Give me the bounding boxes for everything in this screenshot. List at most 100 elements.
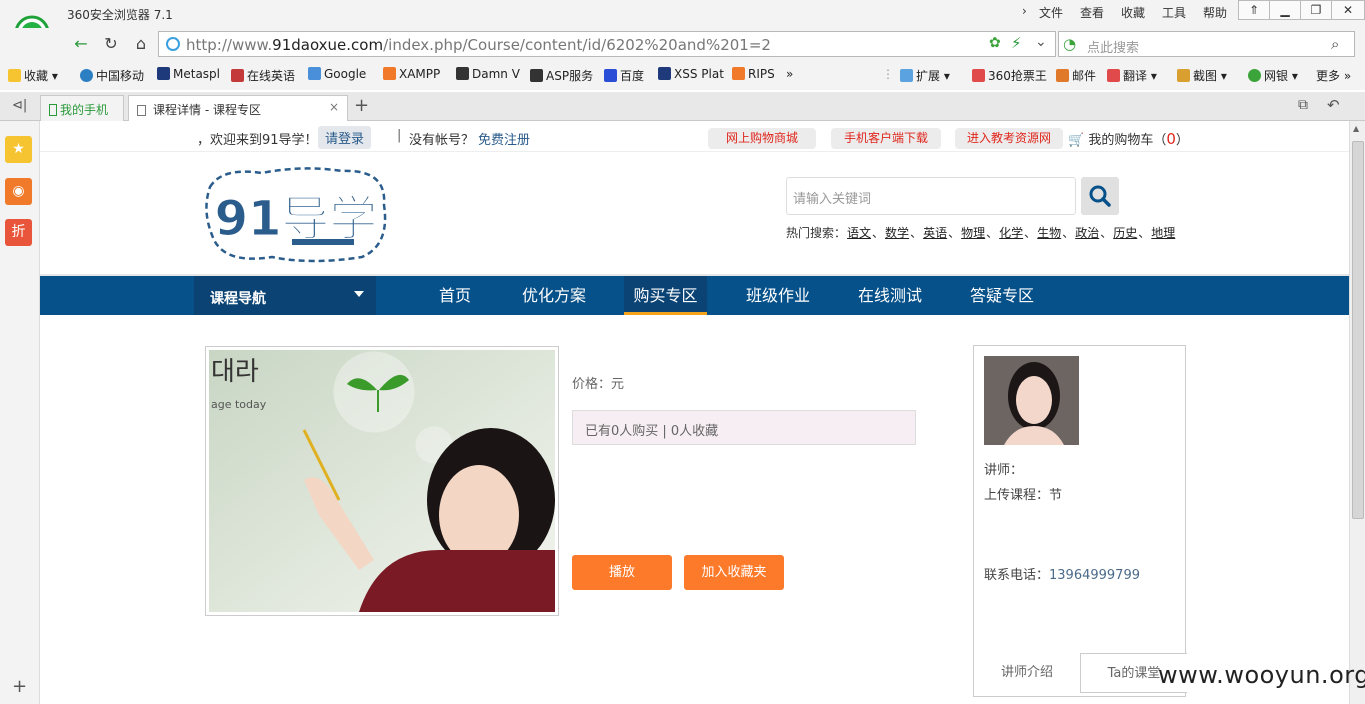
china-mobile-icon [80,69,93,82]
new-tab-button[interactable]: + [354,95,369,116]
menu-help[interactable]: 帮助 [1203,4,1227,21]
menu-tools[interactable]: 工具 [1162,4,1186,21]
site-search-button[interactable] [1081,177,1119,215]
magnifier-icon [1089,185,1111,207]
tab-my-phone[interactable]: 我的手机 [40,95,124,122]
add-favorite-button[interactable]: 加入收藏夹 [684,555,784,590]
shop-mall-link[interactable]: 网上购物商城 [708,128,816,149]
menu-file[interactable]: 文件 [1039,4,1063,21]
bookmark-asp[interactable]: ASP服务 [530,67,593,84]
search-engine-icon[interactable]: ◔ [1063,35,1076,53]
skin-button[interactable]: ⇑ [1238,0,1270,20]
hot-item-politics[interactable]: 政治 [1075,226,1099,240]
asp-icon [530,69,543,82]
toolbar-divider: ⋮ [882,67,894,81]
mobile-download-link[interactable]: 手机客户端下载 [831,128,941,149]
bookmark-google[interactable]: Google [308,67,366,81]
refresh-button[interactable]: ↻ [100,33,122,55]
ext-translate[interactable]: 翻译 ▾ [1107,67,1157,84]
teacher-name: 讲师： [984,463,1024,478]
teacher-phone: 联系电话：13964999799 [984,568,1140,583]
ext-mail[interactable]: 邮件 [1056,67,1096,84]
close-window-button[interactable]: ✕ [1331,0,1365,20]
search-placeholder: 点此搜索 [1087,41,1140,56]
dvwa-icon [456,67,469,80]
hot-item-math[interactable]: 数学 [885,226,909,240]
translate-icon [1107,69,1120,82]
baidu-icon [604,69,617,82]
more-bookmarks-icon[interactable]: » [786,67,793,81]
back-button[interactable]: ← [70,33,92,55]
search-field[interactable]: ◔ 点此搜索 ⌕ [1058,31,1355,57]
ext-screenshot[interactable]: 截图 ▾ [1177,67,1227,84]
scroll-thumb[interactable] [1352,141,1364,519]
globe-icon [166,37,180,51]
discount-icon[interactable]: 折 [5,219,32,246]
menu-view[interactable]: 查看 [1080,4,1104,21]
bookmark-metasploit[interactable]: Metaspl [157,67,220,81]
tab-teacher-intro[interactable]: 讲师介绍 [974,653,1080,693]
sidebar-toggle-icon[interactable]: ⊲| [12,98,27,113]
extensions-icon [900,69,913,82]
phone-icon [49,104,57,116]
bookmark-xampp[interactable]: XAMPP [383,67,440,81]
bookmark-xss-platform[interactable]: XSS Plat [658,67,724,81]
english-icon [231,69,244,82]
hot-item-geography[interactable]: 地理 [1151,226,1175,240]
hot-item-chemistry[interactable]: 化学 [999,226,1023,240]
play-button[interactable]: 播放 [572,555,672,590]
bookmark-online-english[interactable]: 在线英语 [231,67,295,84]
add-sidebar-button[interactable]: + [12,676,27,697]
bookmark-china-mobile[interactable]: 中国移动 [80,67,144,84]
bookmarks-bar: 收藏 ▾ 中国移动 Metaspl 在线英语 Google XAMPP Damn… [0,60,1365,90]
menu-favorites[interactable]: 收藏 [1121,4,1145,21]
bookmark-rips[interactable]: RIPS [732,67,775,81]
url-field[interactable]: http://www.91daoxue.com/index.php/Course… [158,31,1056,57]
tab-course-detail[interactable]: 课程详情 - 课程专区 × [128,95,348,122]
security-icon[interactable]: ✿ [989,35,1001,51]
nav-online-test[interactable]: 在线测试 [850,276,930,315]
course-image: 대라 age today [205,346,559,616]
tab-list-icon[interactable]: ⧉ [1298,97,1308,113]
ext-bank[interactable]: 网银 ▾ [1248,67,1298,84]
bookmark-favorites[interactable]: 收藏 ▾ [8,67,58,84]
site-logo[interactable]: 91导学 [202,165,390,265]
hot-item-history[interactable]: 历史 [1113,226,1137,240]
bookmark-dvwa[interactable]: Damn V [456,67,520,81]
nav-plans[interactable]: 优化方案 [514,276,594,315]
menu-arrow[interactable]: › [1022,4,1027,18]
vertical-scrollbar[interactable]: ▲ [1349,121,1365,704]
nav-qa[interactable]: 答疑专区 [962,276,1042,315]
tab-close-icon[interactable]: × [329,100,339,114]
cart-link[interactable]: 🛒 我的购物车（0） [1068,129,1189,148]
register-link[interactable]: 免费注册 [478,129,530,148]
category-nav-button[interactable]: 课程导航 [194,276,376,315]
search-icon[interactable]: ⌕ [1331,35,1339,53]
ext-ticket[interactable]: 360抢票王 [972,67,1047,84]
hot-item-biology[interactable]: 生物 [1037,226,1061,240]
resource-link[interactable]: 进入教考资源网 [955,128,1063,149]
url-dropdown-icon[interactable]: ⌄ [1035,34,1047,50]
home-button[interactable]: ⌂ [130,33,152,55]
nav-purchase[interactable]: 购买专区 [624,276,707,315]
weibo-icon[interactable]: ◉ [5,178,32,205]
hot-search: 热门搜索：语文、数学、英语、物理、化学、生物、政治、历史、地理 [786,226,1176,240]
ext-more[interactable]: 更多 » [1316,67,1351,84]
purchase-stats: 已有0人购买 | 0人收藏 [572,410,916,445]
undo-close-icon[interactable]: ↶ [1327,96,1340,114]
chevron-down-icon [354,291,364,297]
hot-item-english[interactable]: 英语 [923,226,947,240]
nav-homework[interactable]: 班级作业 [738,276,818,315]
maximize-button[interactable]: ❐ [1300,0,1332,20]
site-search-input[interactable]: 请输入关键词 [786,177,1076,215]
ext-extensions[interactable]: 扩展 ▾ [900,67,950,84]
scroll-up-icon[interactable]: ▲ [1353,124,1359,133]
speed-mode-icon[interactable]: ⚡ [1011,34,1022,52]
bookmark-baidu[interactable]: 百度 [604,67,644,84]
star-icon[interactable]: ★ [5,136,32,163]
minimize-button[interactable]: ▁ [1269,0,1301,20]
login-button[interactable]: 请登录 [318,126,372,149]
hot-item-chinese[interactable]: 语文 [847,226,871,240]
nav-home[interactable]: 首页 [425,276,485,315]
hot-item-physics[interactable]: 物理 [961,226,985,240]
